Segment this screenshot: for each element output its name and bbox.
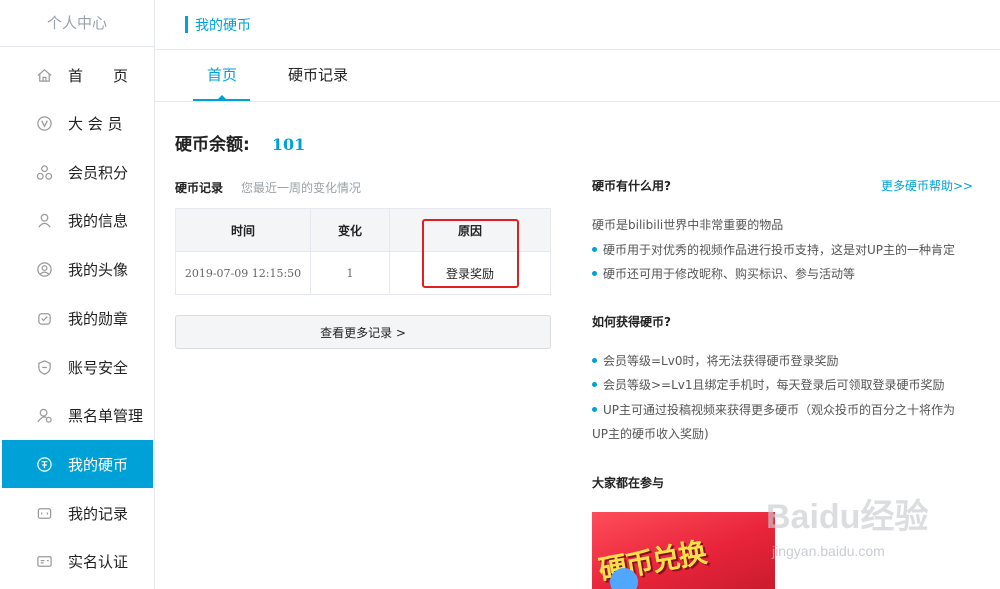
sidebar-item-label: 账号安全 <box>68 358 129 377</box>
sidebar-item-label: 会员积分 <box>68 163 129 182</box>
tab-bar: 首页 硬币记录 <box>155 50 1000 102</box>
sidebar-item-coins[interactable]: 我的硬币 <box>2 440 153 488</box>
sidebar-item-realname[interactable]: 实名认证 <box>2 537 153 585</box>
cell-change: 1 <box>311 252 390 294</box>
help-q2-point-1: 会员等级=Lv0时，将无法获得硬币登录奖励 <box>603 354 839 368</box>
list-item: UP主可通过投稿视频来获得更多硬币（观众投币的百分之十将作为UP主的硬币收入奖励… <box>592 398 970 446</box>
page-title: 我的硬币 <box>195 17 251 34</box>
help-q2-title: 如何获得硬币? <box>592 315 671 329</box>
records-subtitle: 您最近一周的变化情况 <box>241 181 362 195</box>
sidebar-item-label: 我的勋章 <box>68 309 129 328</box>
coin-balance: 硬币余额: 101 <box>175 130 305 155</box>
page-header: 我的硬币 <box>155 0 1000 50</box>
medal-icon <box>35 309 53 327</box>
home-icon <box>35 66 53 84</box>
help-q1-point-1: 硬币用于对优秀的视频作品进行投币支持，这是对UP主的一种肯定 <box>603 243 956 257</box>
sidebar-item-label: 我的信息 <box>68 211 129 230</box>
coin-icon <box>35 455 53 473</box>
balance-label: 硬币余额: <box>175 135 250 155</box>
vip-icon <box>35 114 53 132</box>
sidebar: 个人中心 首 页 大 会 员 会员积分 我的信息 我的头像 我的勋章 账号安全 … <box>0 0 155 589</box>
table-row: 2019-07-09 12:15:50 1 登录奖励 <box>176 252 550 294</box>
help-q2-point-3: UP主可通过投稿视频来获得更多硬币（观众投币的百分之十将作为UP主的硬币收入奖励… <box>592 403 956 441</box>
active-tab-underline <box>193 99 250 101</box>
coin-records-table: 时间 变化 原因 2019-07-09 12:15:50 1 登录奖励 <box>175 208 551 295</box>
help-q1-point-2: 硬币还可用于修改昵称、购买标识、参与活动等 <box>603 267 856 281</box>
list-item: 硬币用于对优秀的视频作品进行投币支持，这是对UP主的一种肯定 <box>592 238 970 262</box>
sidebar-item-home[interactable]: 首 页 <box>2 51 153 99</box>
table-header-row: 时间 变化 原因 <box>176 209 550 252</box>
sidebar-item-label: 我的头像 <box>68 260 129 279</box>
record-icon <box>35 504 53 522</box>
balance-value: 101 <box>271 135 306 154</box>
sidebar-item-label: 实名认证 <box>68 552 129 571</box>
records-title: 硬币记录 <box>175 181 224 195</box>
shield-icon <box>35 358 53 376</box>
sidebar-item-medal[interactable]: 我的勋章 <box>2 294 153 342</box>
tab-coin-records[interactable]: 硬币记录 <box>288 50 348 101</box>
list-item: 会员等级=Lv0时，将无法获得硬币登录奖励 <box>592 349 970 373</box>
help-q2-point-2: 会员等级>=Lv1且绑定手机时，每天登录后可领取登录硬币奖励 <box>603 378 945 392</box>
sidebar-item-label: 黑名单管理 <box>68 406 144 425</box>
more-coin-help-link[interactable]: 更多硬币帮助>> <box>881 177 973 194</box>
sidebar-item-security[interactable]: 账号安全 <box>2 343 153 391</box>
sidebar-item-blacklist[interactable]: 黑名单管理 <box>2 391 153 439</box>
sidebar-item-info[interactable]: 我的信息 <box>2 196 153 244</box>
sidebar-item-avatar[interactable]: 我的头像 <box>2 245 153 293</box>
column-header-time: 时间 <box>176 209 311 251</box>
id-card-icon <box>35 552 53 570</box>
points-icon <box>35 163 53 181</box>
cell-reason: 登录奖励 <box>445 266 494 281</box>
sidebar-item-records[interactable]: 我的记录 <box>2 489 153 537</box>
view-more-records-button[interactable]: 查看更多记录 > <box>175 315 551 349</box>
bullet-dot <box>592 247 597 252</box>
user-icon <box>35 211 53 229</box>
sidebar-item-label: 首 页 <box>68 66 129 85</box>
sidebar-item-vip[interactable]: 大 会 员 <box>2 99 153 147</box>
header-accent-bar <box>185 16 188 33</box>
bullet-dot <box>592 382 597 387</box>
avatar-icon <box>35 260 53 278</box>
list-item: 会员等级>=Lv1且绑定手机时，每天登录后可领取登录硬币奖励 <box>592 373 970 397</box>
banner-mascot <box>610 568 638 589</box>
cell-time: 2019-07-09 12:15:50 <box>176 252 311 294</box>
sidebar-item-label: 大 会 员 <box>68 114 123 133</box>
sidebar-item-points[interactable]: 会员积分 <box>2 148 153 196</box>
bullet-dot <box>592 358 597 363</box>
main-content: 我的硬币 首页 硬币记录 硬币余额: 101 硬币记录 您最近一周的变化情况 时… <box>155 0 1000 589</box>
blacklist-icon <box>35 406 53 424</box>
column-header-reason: 原因 <box>457 223 482 238</box>
activity-banner[interactable]: 硬币兑换 <box>592 512 775 589</box>
list-item: 硬币还可用于修改昵称、购买标识、参与活动等 <box>592 262 970 286</box>
sidebar-title: 个人中心 <box>0 0 154 47</box>
bullet-dot <box>592 407 597 412</box>
active-tab-caret <box>218 95 226 99</box>
sidebar-item-label: 我的记录 <box>68 504 129 523</box>
bullet-dot <box>592 271 597 276</box>
help-q1-title: 硬币有什么用? <box>592 179 671 193</box>
activity-title: 大家都在参与 <box>592 476 665 490</box>
tab-home[interactable]: 首页 <box>207 50 237 101</box>
records-header: 硬币记录 您最近一周的变化情况 <box>175 179 361 196</box>
column-header-change: 变化 <box>311 209 390 251</box>
help-q1-intro: 硬币是bilibili世界中非常重要的物品 <box>592 218 784 232</box>
sidebar-item-label: 我的硬币 <box>68 455 129 474</box>
